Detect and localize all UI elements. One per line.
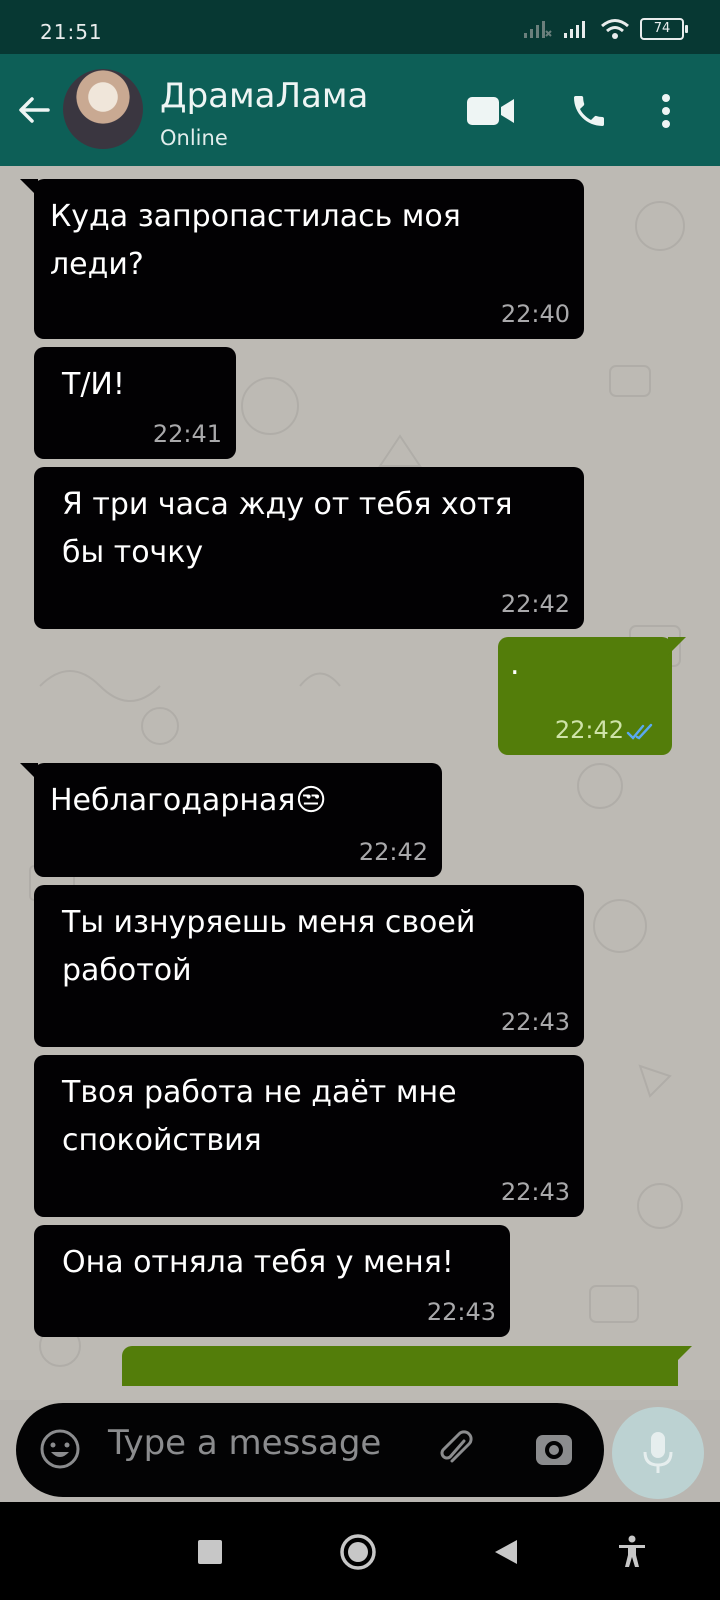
message-input[interactable]: Type a message [108,1423,381,1463]
video-call-button[interactable] [464,84,518,138]
message-bubble-incoming[interactable]: Т/И! 22:41 [34,347,236,459]
message-text: . [510,647,520,682]
message-time: 22:43 [500,1008,570,1036]
voice-call-button[interactable] [562,84,616,138]
message-time: 22:43 [500,1178,570,1206]
message-time: 22:42 [554,716,624,744]
bubble-tail [20,179,38,197]
signal-icon [564,21,585,38]
back-button[interactable] [484,1530,528,1574]
home-button[interactable] [336,1530,380,1574]
recents-button[interactable] [188,1530,232,1574]
phone-icon [574,96,604,126]
message-text: Ты изнуряешь меня своей работой [62,905,476,988]
more-icon [662,94,670,128]
message-text: Т/И! [62,367,125,402]
status-icons: 74 [522,18,688,40]
status-bar: 21:51 74 [0,0,720,54]
chat-area[interactable]: Куда запропастилась моя леди? 22:40 Т/И!… [0,166,720,1400]
message-bubble-incoming[interactable]: Ты изнуряешь меня своей работой 22:43 [34,885,584,1047]
bubble-tail [20,763,38,781]
message-bubble-incoming[interactable]: Твоя работа не даёт мне спокойствия 22:4… [34,1055,584,1217]
message-bubble-incoming[interactable]: Я три часа жду от тебя хотя бы точку 22:… [34,467,584,629]
battery-indicator: 74 [640,18,688,40]
circle-icon [340,1534,376,1570]
emoji-icon[interactable] [38,1427,82,1471]
video-call-icon [467,97,514,125]
message-time: 22:40 [500,300,570,328]
message-text: Я три часа жду от тебя хотя бы точку [62,487,513,570]
message-bubble-incoming[interactable]: Неблагодарная😒 22:42 [20,763,442,877]
more-options-button[interactable] [648,84,684,138]
message-time: 22:43 [426,1298,496,1326]
message-composer[interactable]: Type a message [16,1403,604,1497]
contact-name[interactable]: ДрамаЛама [160,76,368,116]
triangle-icon [495,1540,517,1564]
chat-header: ДрамаЛама Online [0,54,720,166]
message-text: Твоя работа не даёт мне спокойствия [62,1075,457,1158]
message-text: Неблагодарная😒 [50,783,327,818]
attach-icon[interactable] [434,1427,478,1471]
status-time: 21:51 [40,20,103,44]
wifi-icon [601,19,629,39]
message-time: 22:42 [358,838,428,866]
back-arrow-icon[interactable] [14,90,54,130]
message-time: 22:42 [500,590,570,618]
message-bubble-incoming[interactable]: Она отняла тебя у меня! 22:43 [34,1225,510,1337]
mic-icon [643,1432,673,1473]
message-text: Куда запропастилась моя леди? [50,199,461,282]
accessibility-button[interactable] [610,1530,654,1574]
battery-level: 74 [653,21,671,36]
accessibility-icon [619,1535,645,1567]
contact-avatar[interactable] [63,69,143,149]
message-bubble-incoming[interactable]: Куда запропастилась моя леди? 22:40 [20,179,584,339]
double-check-icon [626,723,653,740]
camera-icon[interactable] [532,1427,576,1471]
message-time: 22:41 [152,420,222,448]
system-navigation-bar [0,1502,720,1600]
signal-off-icon [524,21,552,38]
message-text: Она отняла тебя у меня! [62,1245,454,1280]
square-icon [198,1540,222,1564]
message-bubble-outgoing[interactable]: . 22:42 [498,637,686,755]
contact-status: Online [160,126,228,150]
message-bubble-outgoing-partial[interactable] [122,1346,692,1386]
voice-message-button[interactable] [612,1407,704,1499]
bubble-tail [668,637,686,655]
bubble-tail [674,1346,692,1364]
